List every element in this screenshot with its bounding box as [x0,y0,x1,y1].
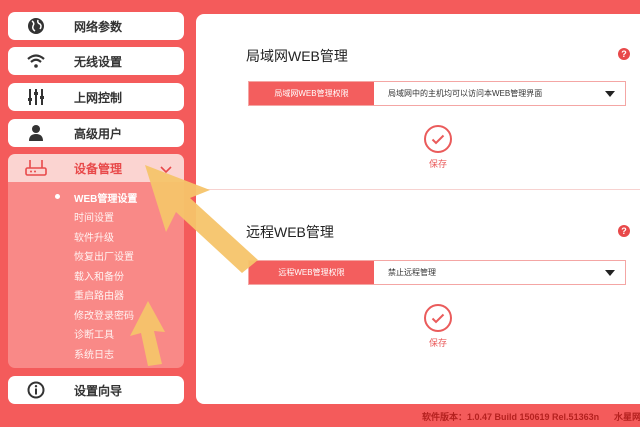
firmware-version: 软件版本：1.0.47 Build 150619 Rel.51363n [422,412,600,422]
remote-permission-select[interactable]: 远程WEB管理权限 禁止远程管理 [248,260,626,285]
submenu-reboot-router[interactable]: 重启路由器 [74,287,124,302]
active-indicator-dot [55,194,60,199]
nav-label: 设置向导 [74,383,123,398]
lan-permission-label: 局域网WEB管理权限 [249,82,374,105]
info-icon [24,378,48,402]
nav-label: 高级用户 [74,126,123,141]
submenu-time-settings[interactable]: 时间设置 [74,209,114,224]
nav-advanced-users[interactable]: 高级用户 [8,119,184,147]
submenu-software-upgrade[interactable]: 软件升级 [74,229,114,244]
wifi-icon [24,49,48,73]
dropdown-caret-icon [605,91,615,97]
help-icon[interactable]: ? [618,48,630,60]
submenu-system-log[interactable]: 系统日志 [74,346,114,361]
nav-label: 设备管理 [74,161,123,176]
help-icon[interactable]: ? [618,225,630,237]
lan-web-title: 局域网WEB管理 [246,48,348,64]
nav-label: 无线设置 [74,54,123,69]
brand-watermark: 水星网 [614,412,640,422]
checkmark-icon [424,125,452,153]
save-label: 保存 [428,338,447,348]
router-icon [24,156,48,180]
lan-permission-select[interactable]: 局域网WEB管理权限 局域网中的主机均可以访问本WEB管理界面 [248,81,626,106]
user-icon [24,121,48,145]
nav-internet-control[interactable]: 上网控制 [8,83,184,111]
sliders-icon [24,85,48,109]
remote-permission-label: 远程WEB管理权限 [249,261,374,284]
dropdown-caret-icon [605,270,615,276]
large-pointer-arrow-icon [145,165,258,273]
globe-icon [24,14,48,38]
nav-setup-wizard[interactable]: 设置向导 [8,376,184,404]
submenu-web-management[interactable]: WEB管理设置 [74,190,137,205]
remote-permission-value: 禁止远程管理 [388,268,436,277]
nav-label: 网络参数 [74,19,123,34]
nav-label: 上网控制 [74,90,123,105]
small-pointer-arrow-icon [130,301,165,366]
submenu-factory-reset[interactable]: 恢复出厂设置 [74,248,134,263]
remote-save-button[interactable]: 保存 [408,304,468,349]
lan-permission-value: 局域网中的主机均可以访问本WEB管理界面 [388,89,543,98]
nav-network-params[interactable]: 网络参数 [8,12,184,40]
submenu-diagnostic-tools[interactable]: 诊断工具 [74,326,114,341]
lan-save-button[interactable]: 保存 [408,125,468,170]
submenu-load-backup[interactable]: 载入和备份 [74,268,124,283]
checkmark-icon [424,304,452,332]
save-label: 保存 [428,159,447,169]
nav-wireless-settings[interactable]: 无线设置 [8,47,184,75]
